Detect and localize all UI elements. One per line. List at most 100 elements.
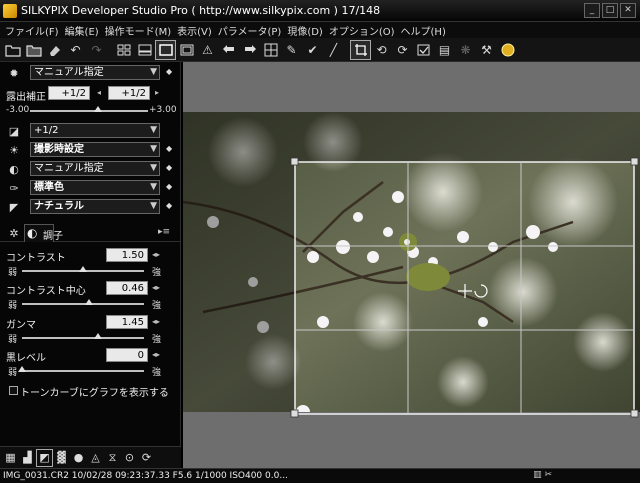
dropper-icon[interactable]: ✎	[281, 40, 302, 60]
exposure-slider-track[interactable]	[30, 110, 148, 112]
close-button[interactable]: ✕	[620, 3, 636, 18]
menu-option[interactable]: オプション(O)	[326, 23, 398, 38]
eraser-icon[interactable]	[44, 40, 65, 60]
contrast-center-slider-track[interactable]	[22, 303, 144, 305]
develop-icon[interactable]: ❋	[455, 40, 476, 60]
menu-edit[interactable]: 編集(E)	[62, 23, 102, 38]
chevron-down-icon: ▼	[150, 125, 157, 135]
rotate-icon[interactable]: ⟳	[138, 449, 155, 467]
minimize-button[interactable]: _	[584, 3, 600, 18]
white-balance-dropdown[interactable]: +1/2 ▼	[30, 123, 160, 138]
contrast-center-slider-thumb[interactable]	[85, 299, 94, 305]
app-logo-icon	[3, 3, 17, 18]
contrast-center-value[interactable]: 0.46	[106, 281, 148, 295]
lens-icon[interactable]: ⧖	[104, 449, 121, 467]
print-icon[interactable]: ▤	[434, 40, 455, 60]
check-icon[interactable]	[413, 40, 434, 60]
preset-dropdown[interactable]: マニュアル指定 ▼	[30, 65, 160, 80]
histogram-icon[interactable]: ▟	[19, 449, 36, 467]
black-level-slider-thumb[interactable]	[18, 366, 26, 372]
gamma-slider-track[interactable]	[22, 337, 144, 339]
tone-option-dot[interactable]: ◆	[166, 163, 172, 172]
brush-icon[interactable]: ╱	[323, 40, 344, 60]
menu-file[interactable]: ファイル(F)	[2, 23, 62, 38]
open-folder-icon[interactable]	[2, 40, 23, 60]
exposure-spin-icon[interactable]: ◂	[97, 88, 101, 97]
exposure-value-left[interactable]: +1/2	[48, 86, 90, 100]
warning-icon[interactable]: ⚠	[197, 40, 218, 60]
menu-view[interactable]: 表示(V)	[174, 23, 215, 38]
undo-icon[interactable]: ↶	[65, 40, 86, 60]
vignette-icon[interactable]: ⊙	[121, 449, 138, 467]
chevron-down-icon: ▼	[150, 67, 157, 77]
tone-curve-icon[interactable]: ◩	[36, 448, 53, 467]
tone-curve-checkbox-label: トーンカーブにグラフを表示する	[20, 388, 169, 399]
redo-icon[interactable]: ↷	[86, 40, 107, 60]
chevron-down-icon: ▼	[150, 144, 157, 154]
black-level-label: 黒レベル	[6, 353, 46, 364]
style-option-dot[interactable]: ◆	[166, 201, 172, 210]
crop-icon[interactable]	[350, 39, 371, 60]
full-view-icon[interactable]	[176, 40, 197, 60]
black-level-spin-icon[interactable]: ◂▸	[152, 350, 160, 359]
exposure-spin-right-icon[interactable]: ▸	[155, 88, 159, 97]
next-icon[interactable]	[239, 40, 260, 60]
black-level-slider-track[interactable]	[22, 370, 144, 372]
window-title: SILKYPIX Developer Studio Pro ( http://w…	[21, 4, 381, 17]
combined-view-icon[interactable]	[134, 40, 155, 60]
dropper-icon[interactable]: ✑	[4, 179, 24, 197]
lighting-option-dot[interactable]: ◆	[166, 144, 172, 153]
tone-dropdown[interactable]: マニュアル指定 ▼	[30, 161, 160, 176]
tone-curve-checkbox[interactable]	[9, 386, 18, 395]
menu-develop[interactable]: 現像(D)	[284, 23, 326, 38]
maximize-button[interactable]: □	[602, 3, 618, 18]
menu-mode[interactable]: 操作モード(M)	[102, 23, 174, 38]
rotate-left-icon[interactable]: ⟲	[371, 40, 392, 60]
gamma-value[interactable]: 1.45	[106, 315, 148, 329]
save-folder-icon[interactable]	[23, 40, 44, 60]
settings-gear-icon[interactable]: ✲	[4, 224, 24, 242]
gamma-slider-thumb[interactable]	[93, 333, 102, 339]
hammer-icon[interactable]: ⚒	[476, 40, 497, 60]
photo-canvas[interactable]	[183, 62, 640, 446]
contrast-slider-thumb[interactable]	[79, 266, 87, 272]
contrast-low-label: 弱	[8, 268, 18, 278]
contrast-spin-icon[interactable]: ◂▸	[152, 250, 160, 259]
grid-icon[interactable]	[260, 40, 281, 60]
preview-view-icon[interactable]	[155, 39, 176, 60]
contrast-value[interactable]: 1.50	[106, 248, 148, 262]
style-dropdown[interactable]: ナチュラル ▼	[30, 199, 160, 214]
chevron-down-icon: ▼	[150, 163, 157, 173]
viewer-bottom-strip	[183, 446, 640, 468]
saturation-icon[interactable]: ▓	[53, 449, 70, 467]
menu-help[interactable]: ヘルプ(H)	[398, 23, 449, 38]
tone-icon[interactable]: ◐	[4, 160, 24, 178]
mark-icon[interactable]: ✔	[302, 40, 323, 60]
gamma-spin-icon[interactable]: ◂▸	[152, 317, 160, 326]
gamma-high-label: 強	[152, 335, 162, 345]
white-balance-icon[interactable]: ◪	[4, 122, 24, 140]
thumbnail-view-icon[interactable]	[113, 40, 134, 60]
image-mode-icon[interactable]: ▦	[2, 449, 19, 467]
lighting-dropdown[interactable]: 撮影時設定 ▼	[30, 142, 160, 157]
coin-icon[interactable]	[497, 40, 518, 60]
image-viewer[interactable]	[183, 62, 640, 446]
preset-option-dot[interactable]: ◆	[166, 67, 172, 76]
exposure-slider-thumb[interactable]	[94, 106, 103, 112]
rotate-right-icon[interactable]: ⟳	[392, 40, 413, 60]
gear-icon[interactable]: ✹	[4, 64, 24, 82]
sphere-icon[interactable]: ●	[70, 449, 87, 467]
contrast-center-spin-icon[interactable]: ◂▸	[152, 283, 160, 292]
style-icon[interactable]: ◤	[4, 198, 24, 216]
prev-icon[interactable]	[218, 40, 239, 60]
sun-icon[interactable]: ☀	[4, 141, 24, 159]
color-option-dot[interactable]: ◆	[166, 182, 172, 191]
chevron-down-icon: ▼	[150, 201, 157, 211]
panel-tool-strip: ▦ ▟ ◩ ▓ ● ◬ ⧖ ⊙ ⟳	[0, 446, 181, 468]
section-menu-icon[interactable]: ▸≡	[158, 227, 170, 237]
black-level-value[interactable]: 0	[106, 348, 148, 362]
exposure-value-right[interactable]: +1/2	[108, 86, 150, 100]
sharpness-icon[interactable]: ◬	[87, 449, 104, 467]
color-dropdown[interactable]: 標準色 ▼	[30, 180, 160, 195]
menu-parameter[interactable]: パラメータ(P)	[215, 23, 285, 38]
